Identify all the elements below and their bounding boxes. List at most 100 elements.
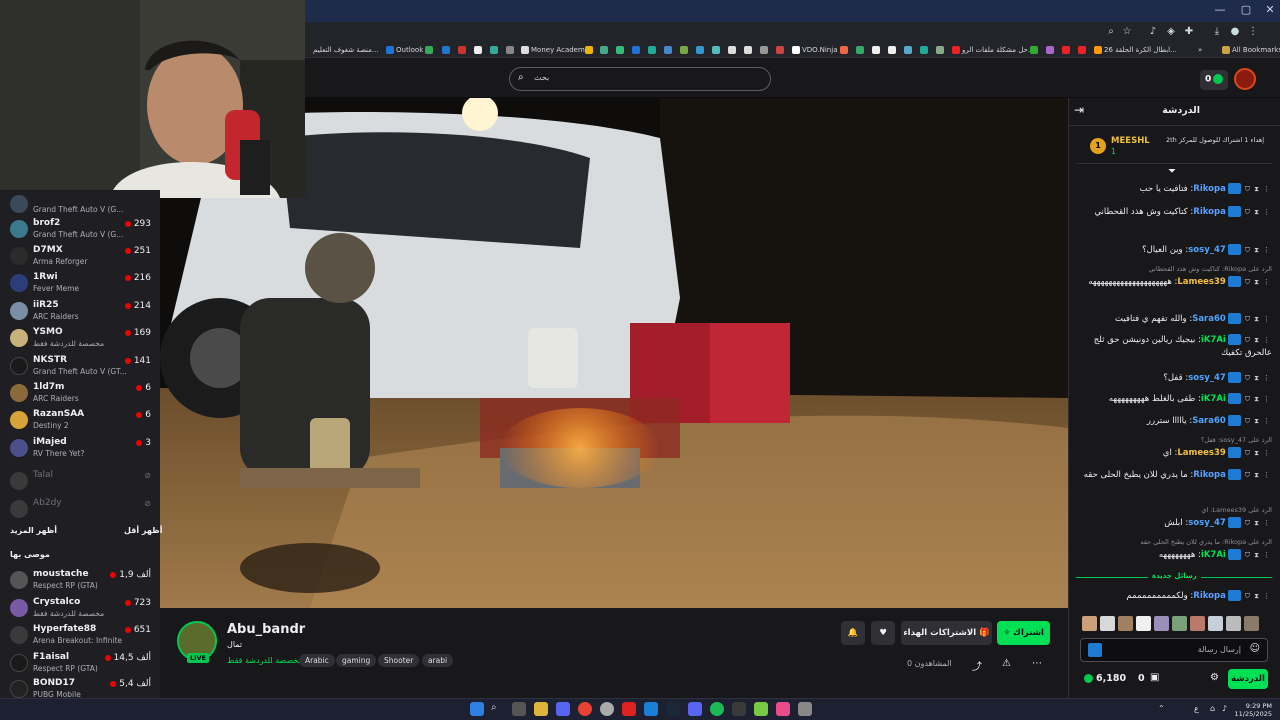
mod-icon[interactable]: ⋮ <box>1263 447 1270 460</box>
chat-username[interactable]: iK7Ai <box>1201 394 1226 404</box>
emote-picker-icon[interactable]: ☺ <box>1250 643 1260 654</box>
timeout-icon[interactable]: ⧗ <box>1254 313 1259 326</box>
chat-username[interactable]: Lamees39 <box>1177 448 1225 458</box>
sidebar-channel[interactable]: NKSTR Grand Theft Auto V (GT... 141 <box>10 354 155 381</box>
star-icon[interactable]: ☆ <box>1120 25 1134 39</box>
chat-username[interactable]: iK7Ai <box>1201 335 1226 345</box>
download-icon[interactable]: ⤓ <box>1210 25 1224 39</box>
app-icon[interactable] <box>776 702 790 716</box>
share-icon[interactable]: ⤴ <box>972 658 982 673</box>
sidebar-channel[interactable]: D7MX Arma Reforger 251 <box>10 244 155 271</box>
sidebar-recommended-channel[interactable]: Hyperfate88 Arena Breakout: Infinite 651 <box>10 623 155 650</box>
stream-category[interactable]: مخصصة للدردشة فقط <box>227 656 303 665</box>
show-less-link[interactable]: أظهر أقل <box>124 526 162 535</box>
mod-icon[interactable]: ⋮ <box>1263 372 1270 385</box>
minimize-icon[interactable]: — <box>1212 3 1228 19</box>
chat-message[interactable]: ⋮⧗⛉iK7Ai: طفى بالغلط هههههههههه <box>1076 393 1272 406</box>
settings-icon[interactable] <box>798 702 812 716</box>
tag-chip[interactable]: arabi <box>422 654 454 667</box>
obs-icon[interactable] <box>600 702 614 716</box>
filter-icon[interactable]: ⏷ <box>1168 166 1176 177</box>
bookmark-item[interactable]: حل مشكلة ملفات الرو... <box>952 44 1035 56</box>
timeout-icon[interactable]: ⧗ <box>1254 276 1259 289</box>
audio-icon[interactable]: ♪ <box>1146 25 1160 39</box>
chat-message[interactable]: ⋮⧗⛉Rikopa: ما يدري للان يطبخ الحلى حقه <box>1076 469 1272 482</box>
chat-message[interactable]: ⋮⧗⛉sosy_47: ابلش <box>1076 517 1272 530</box>
mod-icon[interactable]: ⋮ <box>1263 206 1270 219</box>
more-options-icon[interactable]: ⋯ <box>1032 658 1042 669</box>
timeout-icon[interactable]: ⧗ <box>1254 206 1259 219</box>
emote[interactable] <box>1208 616 1223 631</box>
channel-name[interactable]: Abu_bandr <box>227 622 305 637</box>
gift-subs-button[interactable]: الاشتراكات الهداء 🎁 <box>901 621 992 645</box>
mod-icon[interactable]: ⋮ <box>1263 469 1270 482</box>
sidebar-channel[interactable]: RazanSAA Destiny 2 6 <box>10 408 155 435</box>
tag-chip[interactable]: Shooter <box>378 654 420 667</box>
timeout-icon[interactable]: ⧗ <box>1254 244 1259 257</box>
mod-icon[interactable]: ⋮ <box>1263 183 1270 196</box>
timeout-icon[interactable]: ⧗ <box>1254 469 1259 482</box>
bookmark-outlook[interactable]: Outlook <box>386 44 423 56</box>
collapse-chat-icon[interactable]: ⇥ <box>1074 103 1084 117</box>
badge-icon[interactable] <box>1088 643 1102 657</box>
mod-icon[interactable]: ⋮ <box>1263 276 1270 289</box>
bookmark-item[interactable]: ابطال الكرة الحلقة 26... <box>1094 44 1177 56</box>
sidebar-recommended-channel[interactable]: moustache Respect RP (GTA) 1,9 ألف <box>10 568 155 595</box>
timeout-icon[interactable]: ⧗ <box>1254 393 1259 406</box>
chat-username[interactable]: iK7Ai <box>1201 550 1226 560</box>
notification-bell-button[interactable]: 🔔 <box>841 621 865 645</box>
mod-icon[interactable]: ⋮ <box>1263 334 1270 347</box>
chat-username[interactable]: sosy_47 <box>1188 245 1226 255</box>
network-icon[interactable]: ⌂ <box>1210 704 1215 713</box>
bookmark-all[interactable]: All Bookmarks <box>1222 44 1280 56</box>
mod-icon[interactable]: ⋮ <box>1263 590 1270 603</box>
chrome-icon[interactable] <box>578 702 592 716</box>
app-icon[interactable] <box>754 702 768 716</box>
emote[interactable] <box>1136 616 1151 631</box>
mod-icon[interactable]: ⋮ <box>1263 393 1270 406</box>
spotify-icon[interactable] <box>710 702 724 716</box>
timeout-icon[interactable]: ⧗ <box>1254 334 1259 347</box>
emote[interactable] <box>1244 616 1259 631</box>
timeout-icon[interactable]: ⧗ <box>1254 183 1259 196</box>
file-explorer-icon[interactable] <box>534 702 548 716</box>
sidebar-recommended-channel[interactable]: Crystalco مخصصة للدردشة فقط 723 <box>10 596 155 623</box>
sidebar-channel[interactable]: 1ld7m ARC Raiders 6 <box>10 381 155 408</box>
sidebar-channel-offline[interactable]: Ab2dy ⊘ <box>10 497 155 524</box>
bits-button[interactable]: 0 <box>1200 70 1228 90</box>
close-icon[interactable]: ✕ <box>1262 3 1278 19</box>
chat-username[interactable]: Rikopa <box>1193 207 1226 217</box>
chat-message[interactable]: ⋮⧗⛉sosy_47: قفل؟ <box>1076 372 1272 385</box>
zoom-icon[interactable]: ⌕ <box>1104 25 1118 39</box>
timeout-icon[interactable]: ⧗ <box>1254 447 1259 460</box>
chat-message[interactable]: ⋮⧗⛉iK7Ai: بيجيك ريالين دونيشن حق ثلج عال… <box>1076 334 1272 360</box>
tag-chip[interactable]: gaming <box>336 654 377 667</box>
chat-message[interactable]: ⋮⧗⛉Sara60: يااااا ستررر <box>1076 415 1272 428</box>
timeout-icon[interactable]: ⧗ <box>1254 549 1259 562</box>
follow-heart-button[interactable]: ♥ <box>871 621 895 645</box>
mod-icon[interactable]: ⋮ <box>1263 549 1270 562</box>
task-view-icon[interactable] <box>512 702 526 716</box>
volume-icon[interactable]: ♪ <box>1222 704 1227 713</box>
sidebar-channel[interactable]: YSMO مخصصة للدردشة فقط 169 <box>10 326 155 353</box>
discord-icon[interactable] <box>556 702 570 716</box>
overflow-icon[interactable]: » <box>1198 44 1202 56</box>
app-icon[interactable] <box>732 702 746 716</box>
discord-icon[interactable] <box>688 702 702 716</box>
chat-message[interactable]: ⋮⧗⛉Rikopa: ولكمممممممممم <box>1076 590 1272 603</box>
sidebar-channel[interactable]: brof2 Grand Theft Auto V (G... 293 <box>10 217 155 244</box>
subscribe-button[interactable]: ✧ اشتراك <box>997 621 1050 645</box>
channel-points[interactable]: 6,180 <box>1084 673 1126 684</box>
timeout-icon[interactable]: ⧗ <box>1254 415 1259 428</box>
emote[interactable] <box>1082 616 1097 631</box>
settings-gear-icon[interactable]: ⚙ <box>1210 672 1219 683</box>
emote[interactable] <box>1118 616 1133 631</box>
leaderboard-banner[interactable]: 1 MEESHL 1 إهداء 1 اشتراك للوصول للمركز … <box>1076 130 1272 164</box>
sidebar-channel[interactable]: Grand Theft Auto V (G... <box>10 192 155 219</box>
mod-icon[interactable]: ⋮ <box>1263 415 1270 428</box>
chat-message[interactable]: ⋮⧗⛉Rikopa: كتاكيت وش هذد القحطاني <box>1076 206 1272 219</box>
report-icon[interactable]: ⚠ <box>1002 658 1011 669</box>
bookmark-money-academy[interactable]: Money Academy <box>521 44 589 56</box>
emote[interactable] <box>1226 616 1241 631</box>
puzzle-icon[interactable]: ✚ <box>1182 25 1196 39</box>
